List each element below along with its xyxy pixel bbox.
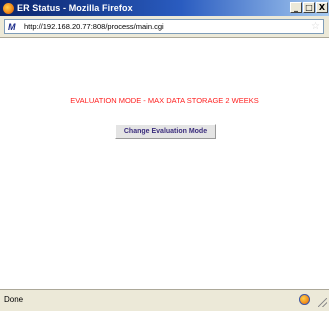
minimize-button[interactable]: _: [290, 2, 302, 13]
url-text[interactable]: http://192.168.20.77:808/process/main.cg…: [24, 22, 164, 31]
page-content: EVALUATION MODE - MAX DATA STORAGE 2 WEE…: [0, 38, 329, 289]
window-controls: _ □ X: [290, 2, 328, 13]
window-title: ER Status - Mozilla Firefox: [17, 3, 133, 13]
site-favicon-icon: M: [8, 21, 16, 32]
firefox-status-icon[interactable]: [299, 294, 310, 305]
resize-grip-icon[interactable]: [318, 298, 327, 307]
url-field[interactable]: M http://192.168.20.77:808/process/main.…: [4, 19, 324, 34]
status-bar: Done: [0, 289, 329, 311]
bookmark-star-icon[interactable]: ☆: [311, 20, 320, 33]
close-button[interactable]: X: [316, 2, 328, 13]
maximize-button[interactable]: □: [303, 2, 315, 13]
status-text: Done: [4, 295, 24, 304]
evaluation-mode-text: EVALUATION MODE - MAX DATA STORAGE 2 WEE…: [70, 96, 259, 105]
address-bar: M http://192.168.20.77:808/process/main.…: [0, 16, 329, 38]
browser-window: ER Status - Mozilla Firefox _ □ X M http…: [0, 0, 329, 311]
firefox-icon: [3, 2, 14, 14]
change-evaluation-mode-button[interactable]: Change Evaluation Mode: [115, 124, 216, 139]
title-bar[interactable]: ER Status - Mozilla Firefox _ □ X: [0, 0, 329, 16]
